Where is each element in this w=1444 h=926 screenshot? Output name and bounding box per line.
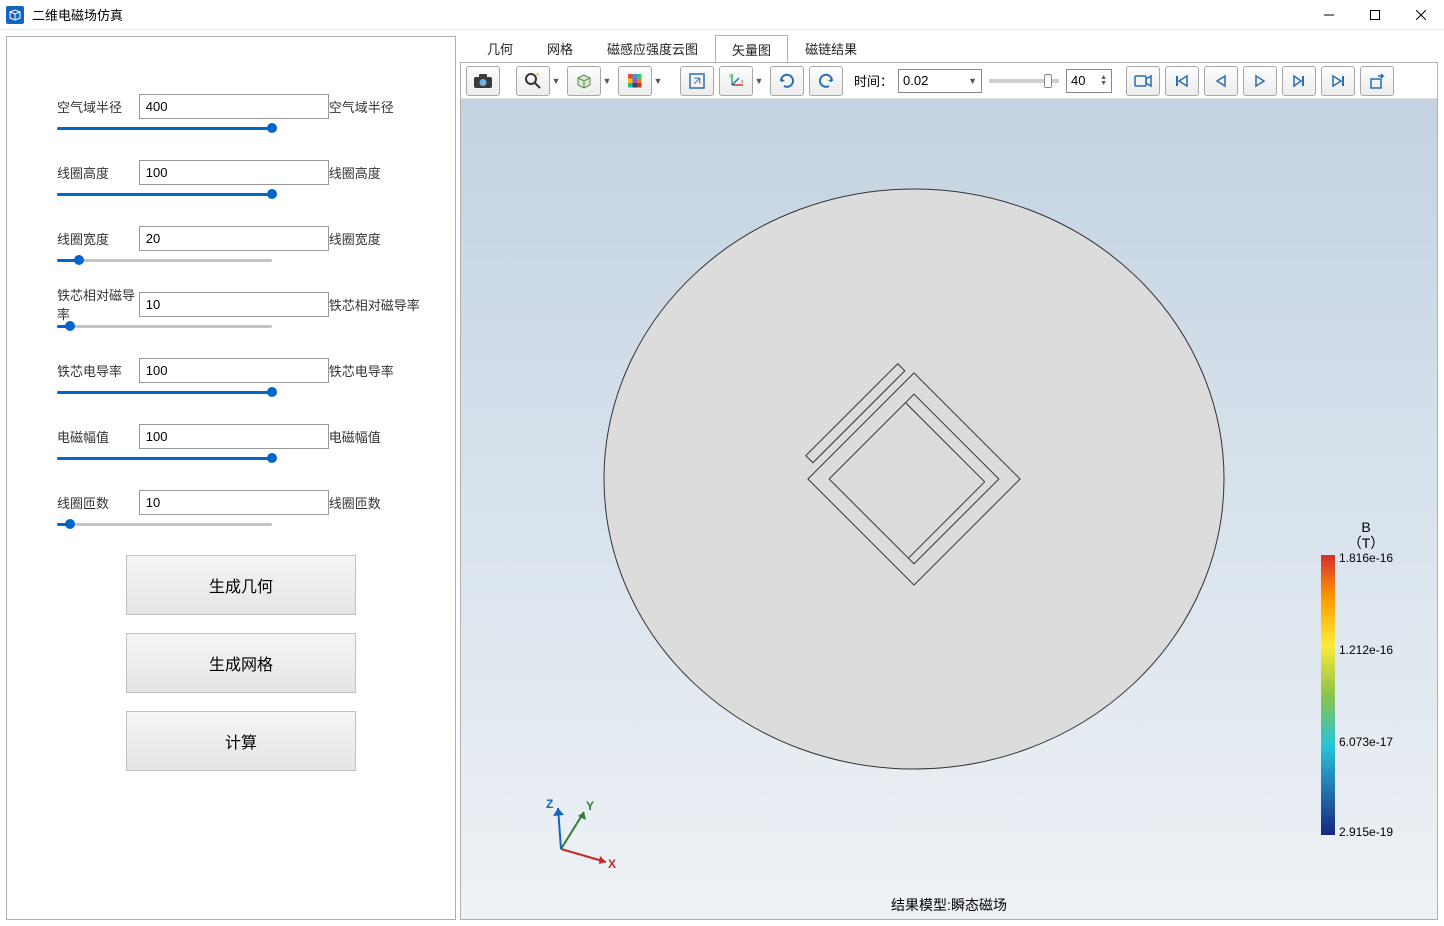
result-model-label: 结果模型:瞬态磁场	[891, 895, 1007, 915]
param-label: 空气域半径	[57, 97, 139, 116]
param-description: 铁芯相对磁导率	[329, 295, 425, 314]
frame-value: 40	[1071, 73, 1085, 88]
maximize-button[interactable]	[1352, 0, 1398, 30]
rotate-cw-icon[interactable]	[770, 66, 804, 96]
param-slider-0[interactable]	[57, 119, 272, 137]
axis-gizmo: X Y Z	[536, 794, 616, 874]
window-controls	[1306, 0, 1444, 30]
minimize-button[interactable]	[1306, 0, 1352, 30]
frame-input[interactable]: 40 ▲▼	[1066, 69, 1112, 93]
play-reverse-icon[interactable]	[1204, 66, 1238, 96]
param-row-2: 线圈宽度 线圈宽度	[57, 225, 425, 251]
svg-text:x: x	[741, 79, 744, 85]
axes-icon[interactable]: xy	[719, 66, 753, 96]
palette-dropdown-icon[interactable]: ▼	[652, 76, 664, 86]
param-row-5: 电磁幅值 电磁幅值	[57, 423, 425, 449]
param-slider-2[interactable]	[57, 251, 272, 269]
param-label: 电磁幅值	[57, 427, 139, 446]
tab-3[interactable]: 矢量图	[715, 35, 788, 63]
param-description: 空气域半径	[329, 97, 425, 116]
time-value: 0.02	[903, 73, 928, 88]
zoom-dropdown-icon[interactable]: ▼	[550, 76, 562, 86]
legend-title: B（T）	[1321, 519, 1411, 551]
viewport[interactable]: X Y Z B（T）	[461, 99, 1437, 919]
window-title: 二维电磁场仿真	[32, 5, 123, 24]
camera-icon[interactable]	[466, 66, 500, 96]
rotate-ccw-icon[interactable]	[809, 66, 843, 96]
time-slider[interactable]	[989, 79, 1059, 83]
zoom-icon[interactable]	[516, 66, 550, 96]
tab-bar: 几何网格磁感应强度云图矢量图磁链结果	[460, 36, 1438, 62]
time-slider-thumb[interactable]	[1044, 74, 1052, 88]
tab-0[interactable]: 几何	[470, 34, 530, 62]
palette-icon[interactable]	[618, 66, 652, 96]
cube-icon[interactable]	[567, 66, 601, 96]
legend-bar	[1321, 555, 1335, 835]
param-row-0: 空气域半径 空气域半径	[57, 93, 425, 119]
param-slider-4[interactable]	[57, 383, 272, 401]
time-label: 时间：	[854, 71, 893, 90]
param-input-6[interactable]	[139, 490, 329, 515]
param-label: 线圈匝数	[57, 493, 139, 512]
param-slider-6[interactable]	[57, 515, 272, 533]
svg-text:Z: Z	[546, 797, 553, 811]
param-slider-1[interactable]	[57, 185, 272, 203]
param-slider-3[interactable]	[57, 317, 272, 335]
param-input-4[interactable]	[139, 358, 329, 383]
skip-first-icon[interactable]	[1165, 66, 1199, 96]
param-row-1: 线圈高度 线圈高度	[57, 159, 425, 185]
tab-1[interactable]: 网格	[530, 34, 590, 62]
svg-text:Y: Y	[586, 799, 594, 813]
param-label: 线圈宽度	[57, 229, 139, 248]
titlebar: 二维电磁场仿真	[0, 0, 1444, 30]
slider-thumb[interactable]	[65, 519, 75, 529]
skip-last-icon[interactable]	[1321, 66, 1355, 96]
slider-thumb[interactable]	[267, 123, 277, 133]
step-forward-icon[interactable]	[1282, 66, 1316, 96]
fit-view-icon[interactable]	[680, 66, 714, 96]
color-legend: B（T） 1.816e-16	[1321, 519, 1411, 835]
generate-geometry-button[interactable]: 生成几何	[126, 555, 356, 615]
slider-thumb[interactable]	[267, 453, 277, 463]
tab-2[interactable]: 磁感应强度云图	[590, 34, 715, 62]
param-description: 线圈匝数	[329, 493, 425, 512]
slider-thumb[interactable]	[267, 387, 277, 397]
cube-dropdown-icon[interactable]: ▼	[601, 76, 613, 86]
parameter-panel: 空气域半径 空气域半径线圈高度 线圈高度线圈宽度 线圈宽度铁芯相对磁导率铁芯相对磁导率…	[6, 36, 456, 920]
param-input-2[interactable]	[139, 226, 329, 251]
time-value-input[interactable]: 0.02 ▼	[898, 69, 982, 93]
chevron-down-icon: ▼	[968, 76, 977, 86]
param-input-5[interactable]	[139, 424, 329, 449]
compute-button[interactable]: 计算	[126, 711, 356, 771]
visualization-panel: 几何网格磁感应强度云图矢量图磁链结果 ▼ ▼ ▼ xy ▼ 时间： 0.02 ▼	[460, 36, 1438, 920]
slider-thumb[interactable]	[74, 255, 84, 265]
param-label: 线圈高度	[57, 163, 139, 182]
param-input-3[interactable]	[139, 292, 329, 317]
param-label: 铁芯电导率	[57, 361, 139, 380]
record-icon[interactable]	[1126, 66, 1160, 96]
tab-4[interactable]: 磁链结果	[788, 34, 874, 62]
param-slider-5[interactable]	[57, 449, 272, 467]
param-input-0[interactable]	[139, 94, 329, 119]
param-row-6: 线圈匝数 线圈匝数	[57, 489, 425, 515]
param-row-3: 铁芯相对磁导率铁芯相对磁导率	[57, 291, 425, 317]
slider-thumb[interactable]	[267, 189, 277, 199]
svg-text:X: X	[608, 857, 616, 871]
param-description: 电磁幅值	[329, 427, 425, 446]
app-logo-icon	[6, 6, 24, 24]
legend-ticks: 1.816e-16 1.212e-16 6.073e-17 2.915e-19	[1335, 555, 1411, 835]
param-description: 线圈高度	[329, 163, 425, 182]
close-button[interactable]	[1398, 0, 1444, 30]
export-icon[interactable]	[1360, 66, 1394, 96]
view-toolbar: ▼ ▼ ▼ xy ▼ 时间： 0.02 ▼ 40 ▲▼	[461, 63, 1437, 99]
slider-thumb[interactable]	[65, 321, 75, 331]
play-icon[interactable]	[1243, 66, 1277, 96]
param-input-1[interactable]	[139, 160, 329, 185]
param-row-4: 铁芯电导率 铁芯电导率	[57, 357, 425, 383]
param-description: 铁芯电导率	[329, 361, 425, 380]
param-description: 线圈宽度	[329, 229, 425, 248]
stepper-icon[interactable]: ▲▼	[1100, 75, 1107, 87]
axes-dropdown-icon[interactable]: ▼	[753, 76, 765, 86]
generate-mesh-button[interactable]: 生成网格	[126, 633, 356, 693]
